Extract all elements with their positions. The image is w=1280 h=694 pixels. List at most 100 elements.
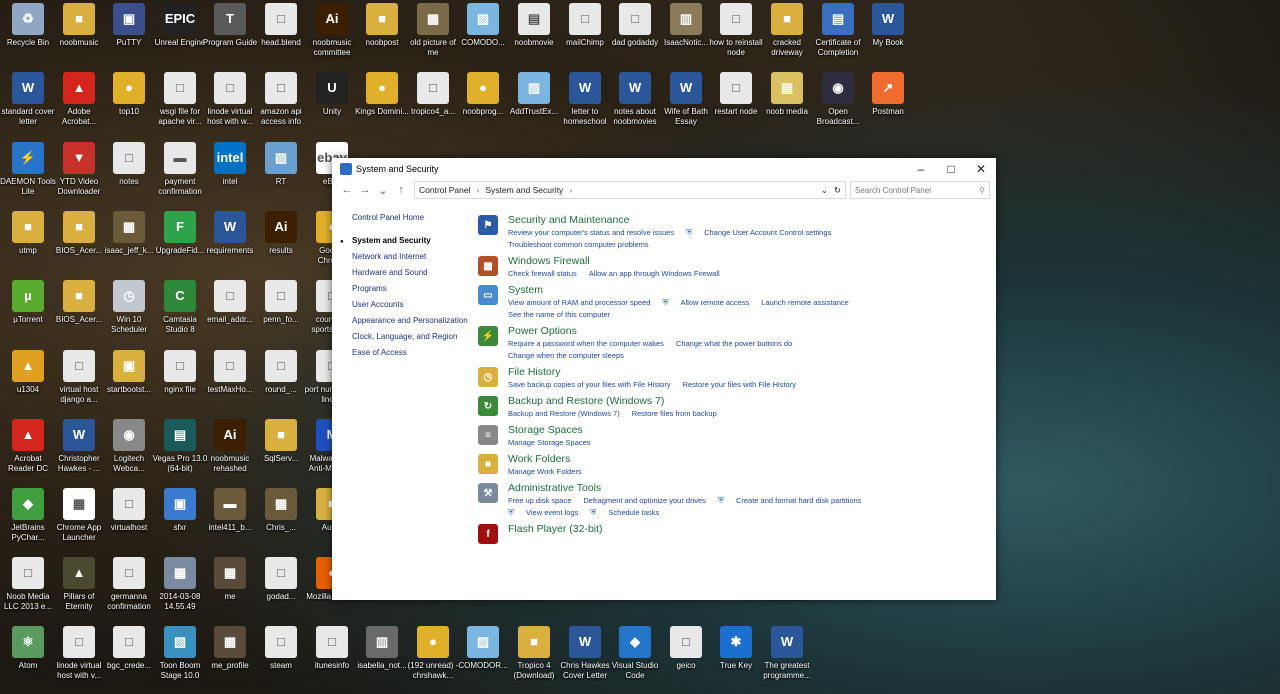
task-link[interactable]: Troubleshoot common computer problems bbox=[508, 240, 649, 249]
desktop-icon[interactable]: ● top10 bbox=[101, 69, 157, 135]
section-title[interactable]: Administrative Tools bbox=[508, 482, 988, 495]
desktop-icon[interactable]: □ email_addr... bbox=[202, 277, 258, 343]
recent-locations-icon[interactable]: ⌄ bbox=[374, 184, 392, 197]
breadcrumb-control-panel[interactable]: Control Panel bbox=[419, 185, 471, 195]
desktop-icon[interactable]: □ round_... bbox=[253, 347, 309, 413]
backup-icon[interactable]: ↻ bbox=[478, 396, 498, 416]
desktop-icon[interactable]: Ai noobmusic rehashed bbox=[202, 416, 258, 482]
desktop-icon[interactable]: ▧ RT bbox=[253, 139, 309, 205]
desktop-icon[interactable]: EPIC Unreal Engine bbox=[152, 0, 208, 66]
desktop-icon[interactable]: ▦ me_profile bbox=[202, 623, 258, 689]
desktop-icon[interactable]: ♻ Recycle Bin bbox=[0, 0, 56, 66]
nav-item-programs[interactable]: Programs bbox=[352, 284, 472, 294]
flag-icon[interactable]: ⚑ bbox=[478, 215, 498, 235]
desktop-icon[interactable]: ▲ Acrobat Reader DC bbox=[0, 416, 56, 482]
breadcrumb-system-and-security[interactable]: System and Security bbox=[485, 185, 563, 195]
desktop-icon[interactable]: Wletter to homeschool bbox=[557, 69, 613, 135]
desktop-icon[interactable]: ● (192 unread) - chrshawk... bbox=[405, 623, 461, 689]
desktop-icon[interactable]: □ steam bbox=[253, 623, 309, 689]
desktop-icon[interactable]: ■ BIOS_Acer... bbox=[51, 277, 107, 343]
desktop-icon[interactable]: □ Noob Media LLC 2013 e... bbox=[0, 554, 56, 620]
task-link[interactable]: ⛨ View event logs bbox=[508, 508, 578, 517]
desktop-icon[interactable]: □ notes bbox=[101, 139, 157, 205]
desktop-icon[interactable]: ■ cracked driveway bbox=[759, 0, 815, 66]
desktop-icon[interactable]: □ testMaxHo... bbox=[202, 347, 258, 413]
desktop-icon[interactable]: ■ noobpost bbox=[354, 0, 410, 66]
task-link[interactable]: Check firewall status bbox=[508, 269, 577, 278]
task-link[interactable]: ⛨ Change User Account Control settings bbox=[686, 228, 831, 237]
desktop-icon[interactable]: ■ noobmusic bbox=[51, 0, 107, 66]
desktop-icon[interactable]: ✱ True Key bbox=[708, 623, 764, 689]
nav-item-network-and-internet[interactable]: Network and Internet bbox=[352, 252, 472, 262]
desktop-icon[interactable]: Wstandard cover letter bbox=[0, 69, 56, 135]
desktop-icon[interactable]: Ai results bbox=[253, 208, 309, 274]
desktop-icon[interactable]: ⚛ Atom bbox=[0, 623, 56, 689]
desktop-icon[interactable]: Wnotes about noobmovies bbox=[607, 69, 663, 135]
desktop-icon[interactable]: ▨ COMODO... bbox=[455, 0, 511, 66]
firewall-icon[interactable]: ▦ bbox=[478, 256, 498, 276]
search-input[interactable] bbox=[855, 185, 980, 195]
desktop-icon[interactable]: ▼ YTD Video Downloader bbox=[51, 139, 107, 205]
desktop-icon[interactable]: ▧ Toon Boom Stage 10.0 bbox=[152, 623, 208, 689]
desktop-icon[interactable]: ▦ me bbox=[202, 554, 258, 620]
task-link[interactable]: View amount of RAM and processor speed bbox=[508, 298, 650, 307]
desktop-icon[interactable]: □ mailChimp bbox=[557, 0, 613, 66]
task-link[interactable]: Free up disk space bbox=[508, 496, 571, 505]
task-link[interactable]: See the name of this computer bbox=[508, 310, 610, 319]
breadcrumb[interactable]: Control Panel › System and Security › ⌄ … bbox=[414, 181, 846, 199]
desktop-icon[interactable]: □ wsgi file for apache vir... bbox=[152, 69, 208, 135]
desktop-icon[interactable]: ▣ PuTTY bbox=[101, 0, 157, 66]
desktop-icon[interactable]: W My Book bbox=[860, 0, 916, 66]
desktop-icon[interactable]: T Program Guide bbox=[202, 0, 258, 66]
admin-tools-icon[interactable]: ⚒ bbox=[478, 483, 498, 503]
desktop-icon[interactable]: □ linode virtual host with v... bbox=[51, 623, 107, 689]
minimize-button[interactable]: – bbox=[906, 162, 936, 176]
desktop-icon[interactable]: ● noobprog... bbox=[455, 69, 511, 135]
flash-icon[interactable]: f bbox=[478, 524, 498, 544]
task-link[interactable]: ⛨ Schedule tasks bbox=[590, 508, 659, 517]
section-title[interactable]: Work Folders bbox=[508, 453, 988, 466]
desktop-icon[interactable]: C Camtasia Studio 8 bbox=[152, 277, 208, 343]
desktop-icon[interactable]: ▤ Certificate of Completion bbox=[810, 0, 866, 66]
section-title[interactable]: Backup and Restore (Windows 7) bbox=[508, 395, 988, 408]
desktop-icon[interactable]: □ nginx file bbox=[152, 347, 208, 413]
desktop-icon[interactable]: ▲ u1304 bbox=[0, 347, 56, 413]
desktop-icon[interactable]: ▥ IsaacNotic... bbox=[658, 0, 714, 66]
nav-item-ease-of-access[interactable]: Ease of Access bbox=[352, 348, 472, 358]
desktop-icon[interactable]: ▲ Pillars of Eternity bbox=[51, 554, 107, 620]
desktop-icon[interactable]: Wrequirements bbox=[202, 208, 258, 274]
desktop-icon[interactable]: ■ SqlServ... bbox=[253, 416, 309, 482]
desktop-icon[interactable]: □ virtualhost bbox=[101, 485, 157, 551]
section-title[interactable]: Storage Spaces bbox=[508, 424, 988, 437]
storage-icon[interactable]: ≡ bbox=[478, 425, 498, 445]
task-link[interactable]: Restore your files with File History bbox=[683, 380, 796, 389]
desktop-icon[interactable]: intel intel bbox=[202, 139, 258, 205]
section-title[interactable]: Power Options bbox=[508, 325, 988, 338]
system-icon[interactable]: ▭ bbox=[478, 285, 498, 305]
desktop-icon[interactable]: □ linode virtual host with w... bbox=[202, 69, 258, 135]
desktop-icon[interactable]: □ head.blend bbox=[253, 0, 309, 66]
desktop-icon[interactable]: µ µTorrent bbox=[0, 277, 56, 343]
desktop-icon[interactable]: □ amazon api access info bbox=[253, 69, 309, 135]
desktop-icon[interactable]: ▲ Adobe Acrobat... bbox=[51, 69, 107, 135]
nav-item-appearance-and-personalization[interactable]: Appearance and Personalization bbox=[352, 316, 472, 326]
nav-item-system-and-security[interactable]: System and Security bbox=[340, 236, 472, 247]
maximize-button[interactable]: □ bbox=[936, 162, 966, 176]
task-link[interactable]: Manage Storage Spaces bbox=[508, 438, 591, 447]
desktop-icon[interactable]: ◆ Visual Studio Code bbox=[607, 623, 663, 689]
task-link[interactable]: ⛨ Allow remote access bbox=[662, 298, 749, 307]
nav-item-user-accounts[interactable]: User Accounts bbox=[352, 300, 472, 310]
task-link[interactable]: Allow an app through Windows Firewall bbox=[589, 269, 720, 278]
section-title[interactable]: Flash Player (32-bit) bbox=[508, 523, 988, 536]
desktop-icon[interactable]: ▦ isaac_jeff_k... bbox=[101, 208, 157, 274]
desktop-icon[interactable]: □ how to reinstall node bbox=[708, 0, 764, 66]
desktop-icon[interactable]: □ itunesinfo bbox=[304, 623, 360, 689]
desktop-icon[interactable]: ▤ noob media bbox=[759, 69, 815, 135]
dropdown-icon[interactable]: ⌄ bbox=[821, 185, 828, 196]
desktop-icon[interactable]: ▥ isabella_not... bbox=[354, 623, 410, 689]
section-title[interactable]: System bbox=[508, 284, 988, 297]
section-title[interactable]: Windows Firewall bbox=[508, 255, 988, 268]
task-link[interactable]: Defragment and optimize your drives bbox=[583, 496, 706, 505]
desktop-icon[interactable]: Ai noobmusic committee bbox=[304, 0, 360, 66]
task-link[interactable]: Save backup copies of your files with Fi… bbox=[508, 380, 671, 389]
